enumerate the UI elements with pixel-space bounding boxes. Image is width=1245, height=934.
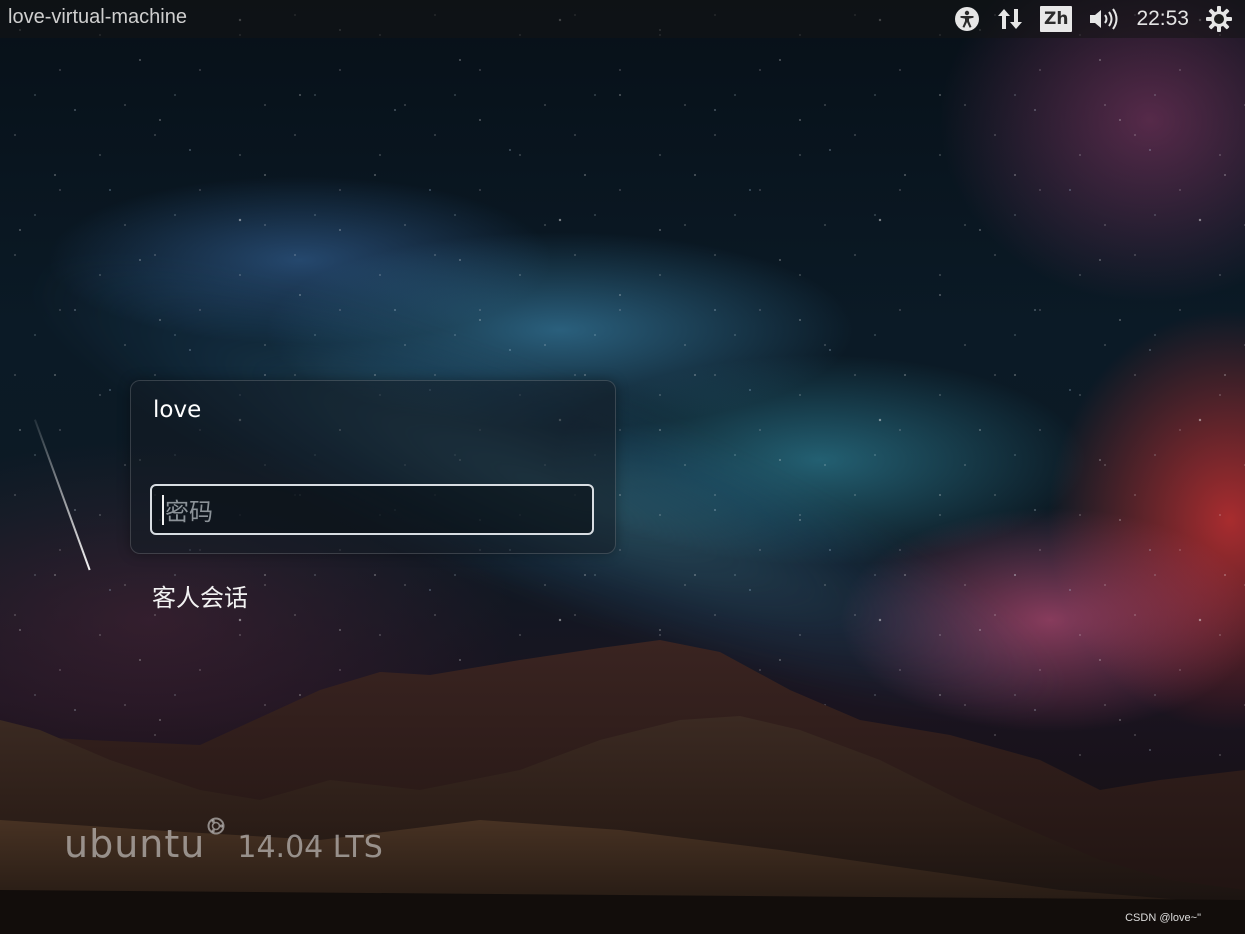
indicator-area: Zh 22:53 (954, 0, 1233, 38)
top-panel: love-virtual-machine Zh 22:53 (0, 0, 1245, 38)
hostname-label: love-virtual-machine (8, 6, 187, 28)
power-gear-icon[interactable] (1205, 4, 1233, 34)
network-arrows-icon[interactable] (996, 4, 1024, 34)
password-field[interactable]: 密码 (150, 484, 594, 535)
ubuntu-branding: ubuntu 14.04 LTS (64, 817, 383, 866)
ubuntu-wordmark: ubuntu (64, 822, 206, 866)
login-screen: love-virtual-machine Zh 22:53 love 密码 客人… (0, 0, 1245, 934)
guest-session-button[interactable]: 客人会话 (152, 578, 248, 613)
ubuntu-version-label: 14.04 LTS (237, 830, 383, 865)
user-name-label[interactable]: love (153, 397, 201, 423)
login-box: love 密码 (130, 380, 616, 554)
watermark-label: CSDN @love~" (1125, 912, 1201, 924)
text-caret (162, 494, 164, 525)
keyboard-layout-label: Zh (1040, 6, 1073, 32)
clock-label[interactable]: 22:53 (1136, 4, 1189, 34)
keyboard-layout-indicator[interactable]: Zh (1040, 4, 1073, 34)
accessibility-icon[interactable] (954, 4, 980, 34)
volume-icon[interactable] (1088, 4, 1120, 34)
password-placeholder: 密码 (165, 498, 213, 526)
ubuntu-circle-of-friends-icon (207, 817, 225, 839)
